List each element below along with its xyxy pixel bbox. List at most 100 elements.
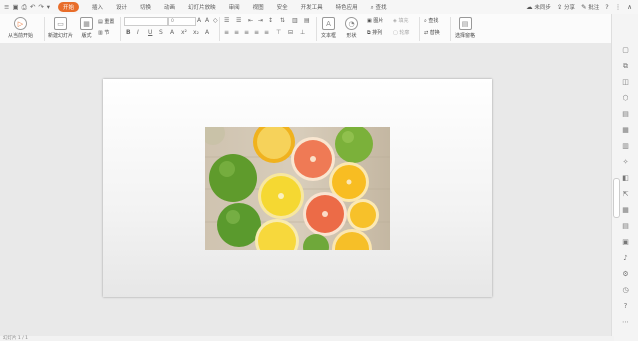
layout-pane-icon[interactable]: ▤ bbox=[621, 222, 630, 231]
reset-button[interactable]: ▤ 重置 bbox=[98, 18, 114, 25]
align-center-icon[interactable]: ≡ bbox=[234, 29, 239, 36]
slide-design-icon[interactable]: ▢ bbox=[621, 46, 630, 55]
numbering-icon[interactable]: ☰ bbox=[236, 17, 241, 24]
bullets-icon[interactable]: ☰ bbox=[224, 17, 229, 24]
share-button[interactable]: ⇪ 分享 bbox=[557, 3, 575, 11]
outline-icon: ▢ bbox=[393, 30, 398, 36]
replace-button[interactable]: ⇄ 替换 bbox=[424, 29, 440, 36]
columns-icon[interactable]: ▥ bbox=[292, 17, 298, 24]
picture-label: 图片 bbox=[373, 18, 384, 24]
align-top-icon[interactable]: ⊤ bbox=[276, 29, 281, 36]
comment-button[interactable]: ✎ 批注 bbox=[581, 3, 599, 11]
shapes-button[interactable]: ◔ 形状 bbox=[345, 17, 358, 39]
textbox-icon: A bbox=[322, 17, 335, 30]
shadow-icon[interactable]: A bbox=[205, 29, 209, 36]
shape-tools-icon[interactable]: ⬡ bbox=[621, 94, 630, 103]
arrange-icon: ⧉ bbox=[367, 30, 371, 36]
distribute-icon[interactable]: ≡ bbox=[264, 29, 269, 36]
vertical-scrollbar[interactable] bbox=[613, 178, 620, 218]
layout-button[interactable]: ▦ 版式 bbox=[80, 17, 93, 39]
font-size-input[interactable]: 0 bbox=[168, 17, 196, 26]
menu-icon[interactable]: ≡ bbox=[4, 4, 9, 11]
help-icon[interactable]: ? bbox=[605, 3, 608, 11]
table-icon[interactable]: ▦ bbox=[621, 206, 630, 215]
subscript-icon[interactable]: x₂ bbox=[193, 29, 199, 36]
clear-format-icon[interactable]: ◇ bbox=[213, 17, 218, 24]
indent-decrease-icon[interactable]: ⇤ bbox=[248, 17, 253, 24]
tab-animations[interactable]: 动画 bbox=[164, 3, 175, 11]
audio-icon[interactable]: ♪ bbox=[621, 254, 630, 263]
play-from-current-button[interactable]: ▷ 从当前开始 bbox=[8, 17, 33, 39]
select-pane-button[interactable]: ▤ 选择窗格 bbox=[455, 17, 475, 39]
undo-icon[interactable]: ↶ bbox=[30, 4, 35, 11]
underline-icon[interactable]: U bbox=[148, 29, 152, 36]
textbox-button[interactable]: A 文本框 bbox=[321, 17, 336, 39]
text-direction-icon[interactable]: ⇅ bbox=[280, 17, 285, 24]
dropdown-icon[interactable]: ▾ bbox=[47, 4, 50, 11]
chart-icon[interactable]: ▥ bbox=[621, 142, 630, 151]
grid-icon[interactable]: ▦ bbox=[621, 126, 630, 135]
tab-insert[interactable]: 插入 bbox=[92, 3, 103, 11]
superscript-icon[interactable]: x² bbox=[181, 29, 187, 36]
help-pane-icon[interactable]: ? bbox=[621, 302, 630, 311]
align-right-icon[interactable]: ≡ bbox=[244, 29, 249, 36]
new-slide-label: 新建幻灯片 bbox=[48, 33, 74, 39]
citrus-photo[interactable] bbox=[205, 127, 390, 250]
comment-icon: ✎ bbox=[581, 3, 587, 11]
template-icon[interactable]: ▤ bbox=[621, 110, 630, 119]
font-name-input[interactable] bbox=[124, 17, 168, 26]
align-left-icon[interactable]: ≡ bbox=[224, 29, 229, 36]
textbox-label: 文本框 bbox=[321, 33, 337, 39]
arrange-button[interactable]: ⧉ 排列 bbox=[367, 29, 382, 36]
line-spacing-icon[interactable]: ↕ bbox=[268, 17, 273, 24]
convert-icon[interactable]: ▤ bbox=[304, 17, 310, 24]
image-tools-icon[interactable]: ◫ bbox=[621, 78, 630, 87]
tab-design[interactable]: 设计 bbox=[116, 3, 127, 11]
search-label: 查找 bbox=[375, 4, 387, 11]
tab-security[interactable]: 安全 bbox=[277, 3, 288, 11]
search-tab[interactable]: ⌕ 查找 bbox=[371, 3, 387, 12]
increase-font-icon[interactable]: A bbox=[197, 17, 201, 24]
settings-icon[interactable]: ⚙ bbox=[621, 270, 630, 279]
export-icon[interactable]: ⇱ bbox=[621, 190, 630, 199]
sync-button[interactable]: ☁ 未同步 bbox=[526, 3, 551, 11]
sync-label: 未同步 bbox=[534, 5, 551, 11]
collapse-icon[interactable]: ∧ bbox=[627, 3, 632, 11]
tab-slideshow[interactable]: 幻灯片放映 bbox=[188, 3, 216, 11]
font-color-icon[interactable]: A bbox=[170, 29, 174, 36]
animation-icon[interactable]: ✧ bbox=[621, 158, 630, 167]
tab-transitions[interactable]: 切换 bbox=[140, 3, 151, 11]
align-bottom-icon[interactable]: ⊥ bbox=[300, 29, 305, 36]
history-icon[interactable]: ◷ bbox=[621, 286, 630, 295]
find-icon: ⌕ bbox=[424, 18, 427, 24]
justify-icon[interactable]: ≡ bbox=[254, 29, 259, 36]
picture-pane-icon[interactable]: ▣ bbox=[621, 238, 630, 247]
bold-icon[interactable]: B bbox=[126, 29, 131, 36]
tab-features[interactable]: 特色应用 bbox=[336, 3, 358, 11]
fill-button[interactable]: ◈ 填充 bbox=[393, 17, 408, 24]
align-middle-icon[interactable]: ⊟ bbox=[288, 29, 293, 36]
print-icon[interactable]: ⎙ bbox=[22, 4, 27, 11]
comment-label: 批注 bbox=[588, 5, 600, 11]
share-icon: ⇪ bbox=[556, 3, 563, 11]
tab-review[interactable]: 审阅 bbox=[229, 3, 240, 11]
decrease-font-icon[interactable]: A bbox=[205, 17, 209, 24]
layers-icon[interactable]: ◧ bbox=[621, 174, 630, 183]
new-slide-button[interactable]: ▭ 新建幻灯片 bbox=[48, 17, 73, 39]
more-pane-icon[interactable]: ⋯ bbox=[621, 318, 630, 327]
copy-icon[interactable]: ⧉ bbox=[621, 62, 630, 71]
italic-icon[interactable]: I bbox=[137, 29, 139, 36]
save-icon[interactable]: ▣ bbox=[12, 4, 18, 11]
find-button[interactable]: ⌕ 查找 bbox=[424, 17, 438, 24]
tab-developer[interactable]: 开发工具 bbox=[301, 3, 323, 11]
more-icon[interactable]: ⋮ bbox=[615, 3, 622, 11]
section-button[interactable]: ▥ 节 bbox=[98, 29, 109, 36]
outline-button[interactable]: ▢ 轮廓 bbox=[393, 29, 409, 36]
tab-home[interactable]: 开始 bbox=[57, 2, 79, 12]
indent-increase-icon[interactable]: ⇥ bbox=[258, 17, 263, 24]
layout-label: 版式 bbox=[81, 33, 92, 39]
tab-view[interactable]: 视图 bbox=[253, 3, 264, 11]
picture-button[interactable]: ▣ 图片 bbox=[367, 17, 383, 24]
redo-icon[interactable]: ↷ bbox=[38, 4, 43, 11]
strikethrough-icon[interactable]: S bbox=[159, 29, 163, 36]
